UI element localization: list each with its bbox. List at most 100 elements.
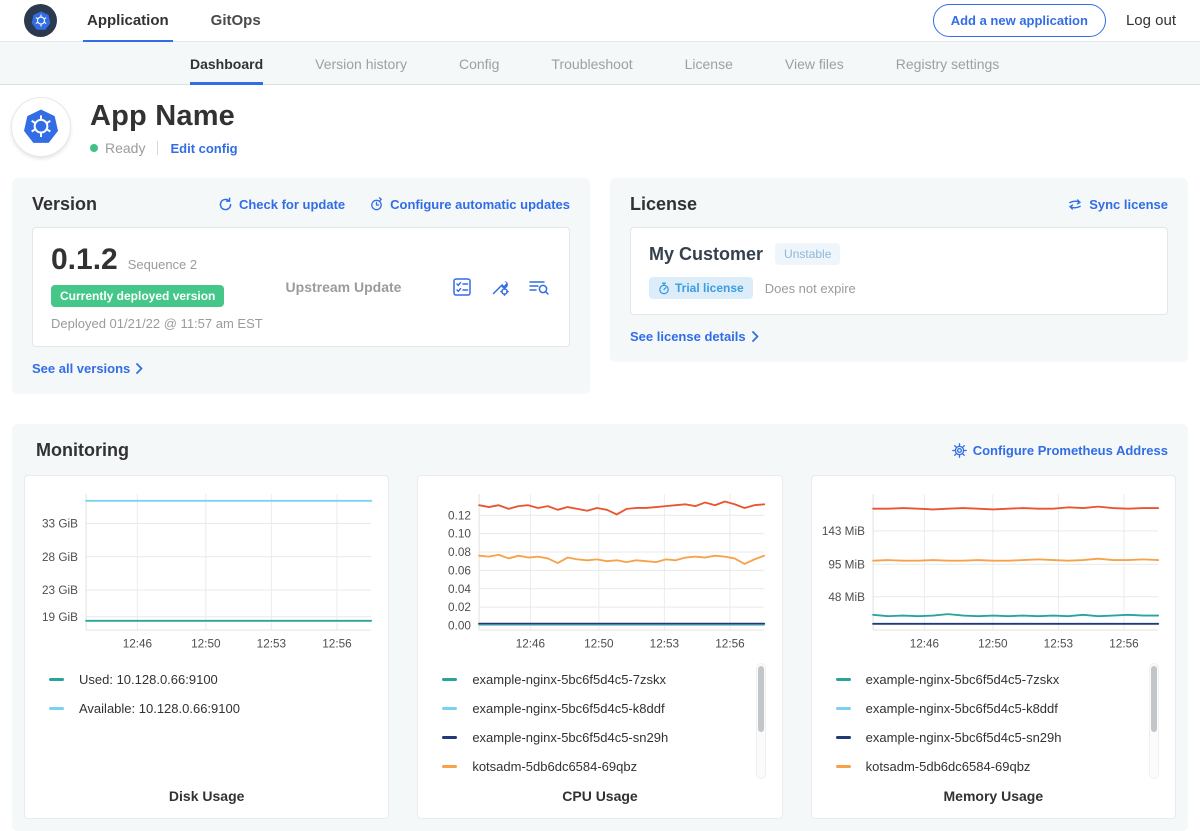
- legend-item: Used: 10.128.0.66:9100: [49, 665, 378, 694]
- preflight-checks-icon[interactable]: [489, 276, 511, 298]
- tab-dashboard[interactable]: Dashboard: [190, 42, 263, 85]
- svg-text:0.06: 0.06: [448, 564, 471, 577]
- version-number: 0.1.2: [51, 243, 118, 277]
- legend-item: example-nginx-5bc6f5d4c5-k8ddf: [836, 694, 1165, 723]
- deployed-timestamp: Deployed 01/21/22 @ 11:57 am EST: [51, 316, 266, 331]
- configure-prometheus-link[interactable]: Configure Prometheus Address: [952, 443, 1168, 458]
- configure-automatic-updates-link[interactable]: Configure automatic updates: [369, 197, 570, 212]
- svg-text:0.12: 0.12: [448, 509, 471, 522]
- legend-scrollbar-thumb[interactable]: [1151, 666, 1157, 732]
- legend-item: example-nginx-5bc6f5d4c5-7zskx: [836, 665, 1165, 694]
- app-kubernetes-icon: [12, 98, 70, 156]
- legend-swatch: [442, 707, 457, 710]
- add-new-application-button[interactable]: Add a new application: [933, 4, 1106, 37]
- view-diff-icon[interactable]: [527, 276, 551, 298]
- clock-refresh-icon: [369, 197, 384, 212]
- svg-text:12:56: 12:56: [1109, 637, 1139, 650]
- legend-swatch: [442, 736, 457, 739]
- logout-button[interactable]: Log out: [1126, 12, 1176, 29]
- legend-swatch: [49, 678, 64, 681]
- edit-config-link[interactable]: Edit config: [170, 141, 237, 156]
- customer-name: My Customer: [649, 244, 763, 265]
- legend-scrollbar-thumb[interactable]: [758, 666, 764, 732]
- legend-swatch: [836, 707, 851, 710]
- app-header: App Name Ready Edit config: [0, 85, 1200, 178]
- monitoring-panel: Monitoring Configure Prometheus Address …: [12, 424, 1188, 831]
- tab-troubleshoot[interactable]: Troubleshoot: [551, 42, 632, 85]
- svg-text:0.02: 0.02: [448, 601, 471, 614]
- svg-text:0.08: 0.08: [448, 546, 471, 559]
- tab-registry-settings[interactable]: Registry settings: [896, 42, 999, 85]
- svg-text:12:53: 12:53: [1043, 637, 1073, 650]
- legend-item: example-nginx-5bc6f5d4c5-7zskx: [442, 665, 771, 694]
- chevron-right-icon: [752, 331, 759, 342]
- trial-license-badge: Trial license: [649, 277, 753, 299]
- legend-item: Available: 10.128.0.66:9100: [49, 694, 378, 723]
- sequence-label: Sequence 2: [128, 257, 197, 272]
- stopwatch-icon: [658, 282, 670, 295]
- legend-label: example-nginx-5bc6f5d4c5-k8ddf: [472, 701, 664, 716]
- status-text: Ready: [105, 140, 145, 156]
- tab-version-history[interactable]: Version history: [315, 42, 407, 85]
- legend-label: example-nginx-5bc6f5d4c5-k8ddf: [866, 701, 1058, 716]
- legend-label: kotsadm-5db6dc6584-69qbz: [866, 759, 1031, 774]
- deployed-badge: Currently deployed version: [51, 285, 224, 307]
- monitoring-title: Monitoring: [36, 440, 129, 461]
- license-details-card: My Customer Unstable Trial license: [630, 227, 1168, 315]
- see-license-details-link[interactable]: See license details: [630, 329, 759, 344]
- tab-view-files[interactable]: View files: [785, 42, 844, 85]
- svg-text:0.00: 0.00: [448, 620, 471, 633]
- legend-label: example-nginx-5bc6f5d4c5-7zskx: [472, 672, 666, 687]
- current-version-card: 0.1.2 Sequence 2 Currently deployed vers…: [32, 227, 570, 347]
- status-dot: [90, 144, 98, 152]
- legend-swatch: [442, 678, 457, 681]
- svg-text:0.04: 0.04: [448, 583, 471, 596]
- svg-text:33 GiB: 33 GiB: [42, 518, 78, 531]
- svg-text:23 GiB: 23 GiB: [42, 584, 78, 597]
- tab-config[interactable]: Config: [459, 42, 499, 85]
- svg-text:12:50: 12:50: [191, 637, 221, 650]
- legend-swatch: [836, 765, 851, 768]
- legend-swatch: [836, 678, 851, 681]
- svg-text:12:50: 12:50: [584, 637, 614, 650]
- version-source-label: Upstream Update: [266, 279, 451, 295]
- gear-icon: [952, 443, 967, 458]
- version-panel-title: Version: [32, 194, 97, 215]
- legend-item: kotsadm-5db6dc6584-69qbz: [836, 752, 1165, 781]
- memory-usage-chart: 12:4612:5012:5312:5648 MiB95 MiB143 MiB: [822, 486, 1165, 655]
- expiry-text: Does not expire: [765, 281, 856, 296]
- charts-row: 12:4612:5012:5312:5619 GiB23 GiB28 GiB33…: [24, 475, 1176, 819]
- chart-title: CPU Usage: [428, 782, 771, 806]
- top-nav: Application GitOps Add a new application…: [0, 0, 1200, 42]
- svg-text:0.10: 0.10: [448, 528, 471, 541]
- legend-label: kotsadm-5db6dc6584-69qbz: [472, 759, 637, 774]
- legend-scrollbar: [756, 663, 766, 779]
- legend-label: example-nginx-5bc6f5d4c5-7zskx: [866, 672, 1060, 687]
- legend-item: kotsadm-5db6dc6584-69qbz: [442, 752, 771, 781]
- svg-text:12:56: 12:56: [322, 637, 352, 650]
- app-subnav: Dashboard Version history Config Trouble…: [0, 42, 1200, 85]
- see-all-versions-link[interactable]: See all versions: [32, 361, 143, 376]
- legend-swatch: [442, 765, 457, 768]
- divider: [157, 141, 158, 155]
- memory-usage-chart-card: 12:4612:5012:5312:5648 MiB95 MiB143 MiB …: [811, 475, 1176, 819]
- svg-text:12:50: 12:50: [978, 637, 1008, 650]
- svg-text:12:53: 12:53: [650, 637, 680, 650]
- chart-title: Memory Usage: [822, 782, 1165, 806]
- sync-license-link[interactable]: Sync license: [1067, 197, 1168, 212]
- topnav-tabs: Application GitOps: [83, 0, 299, 42]
- license-panel: License Sync license My Customer Unstabl…: [610, 178, 1188, 362]
- cpu-usage-legend: example-nginx-5bc6f5d4c5-7zskx example-ng…: [428, 665, 771, 782]
- legend-label: Available: 10.128.0.66:9100: [79, 701, 240, 716]
- sync-icon: [1067, 197, 1083, 212]
- legend-label: Used: 10.128.0.66:9100: [79, 672, 218, 687]
- release-notes-icon[interactable]: [451, 276, 473, 298]
- tab-gitops[interactable]: GitOps: [207, 0, 265, 42]
- chart-title: Disk Usage: [35, 782, 378, 806]
- tab-license[interactable]: License: [685, 42, 733, 85]
- check-for-update-link[interactable]: Check for update: [218, 197, 345, 212]
- tab-application[interactable]: Application: [83, 0, 173, 42]
- svg-text:12:56: 12:56: [716, 637, 746, 650]
- svg-text:12:46: 12:46: [516, 637, 546, 650]
- legend-swatch: [836, 736, 851, 739]
